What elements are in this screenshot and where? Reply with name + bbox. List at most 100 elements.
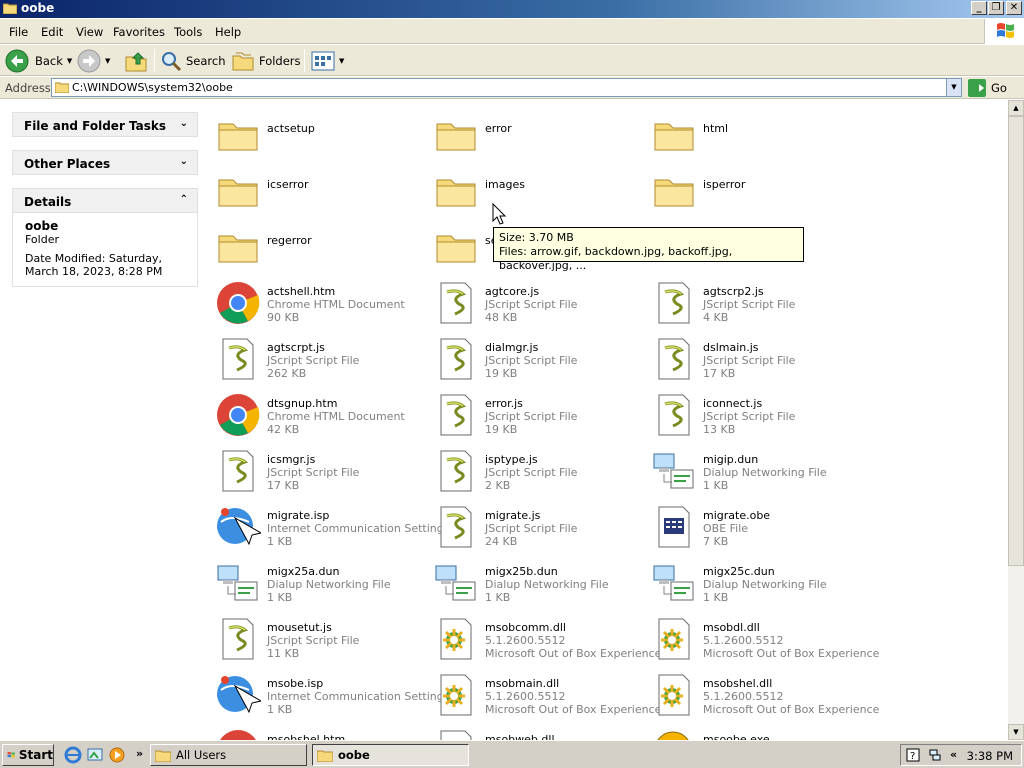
taskbar-item-oobe[interactable]: oobe [312, 744, 469, 766]
item-size: 17 KB [703, 367, 736, 380]
folder-icon [317, 750, 333, 762]
network-icon [433, 560, 479, 606]
scroll-thumb[interactable] [1008, 116, 1024, 566]
details-modified: Date Modified: Saturday, March 18, 2023,… [25, 252, 163, 278]
script-icon [433, 504, 479, 550]
back-arrow-icon [5, 49, 29, 72]
expand-chevron-icon[interactable]: ⌄ [180, 156, 188, 167]
item-size: Microsoft Out of Box Experience [485, 703, 662, 716]
file-item[interactable]: actshell.htm Chrome HTML Document 90 KB [209, 274, 427, 326]
folder-item[interactable]: actsetup [209, 106, 427, 158]
dll-icon [433, 616, 479, 662]
scroll-down-button[interactable]: ▼ [1008, 724, 1024, 740]
folder-item[interactable]: icserror [209, 162, 427, 214]
go-arrow-icon [968, 78, 986, 97]
file-item[interactable]: agtcore.js JScript Script File 48 KB [427, 274, 645, 326]
file-item[interactable]: migrate.js JScript Script File 24 KB [427, 498, 645, 550]
search-icon [162, 51, 182, 71]
media-player-icon[interactable] [108, 746, 126, 764]
file-item[interactable]: iconnect.js JScript Script File 13 KB [645, 386, 863, 438]
help-icon[interactable]: ? [906, 748, 920, 762]
file-item[interactable]: error.js JScript Script File 19 KB [427, 386, 645, 438]
tooltip-size: Size: 3.70 MB [499, 231, 574, 244]
file-item[interactable]: msobshel.dll 5.1.2600.5512 Microsoft Out o… [645, 666, 879, 718]
file-item[interactable]: migrate.isp Internet Communication Settin… [209, 498, 450, 550]
other-places-header[interactable]: Other Places ⌄ [12, 150, 198, 175]
file-item[interactable]: mousetut.js JScript Script File 11 KB [209, 610, 427, 662]
item-name: msoobe.exe [703, 733, 770, 740]
file-item[interactable]: dialmgr.js JScript Script File 19 KB [427, 330, 645, 382]
forward-arrow-icon [77, 49, 101, 72]
address-input[interactable]: C:\WINDOWS\system32\oobe ▼ [51, 78, 962, 97]
tray-chevron-icon[interactable]: « [950, 748, 957, 761]
file-item[interactable]: msobdl.dll 5.1.2600.5512 Microsoft Out of … [645, 610, 879, 662]
file-item[interactable]: msobweb.dll [427, 722, 645, 740]
file-item[interactable]: migrate.obe OBE File 7 KB [645, 498, 863, 550]
chevron-down-icon[interactable]: ▼ [67, 57, 72, 65]
file-item[interactable]: migx25a.dun Dialup Networking File 1 KB [209, 554, 427, 606]
restore-button[interactable]: ❐ [988, 1, 1004, 15]
file-item[interactable]: icsmgr.js JScript Script File 17 KB [209, 442, 427, 494]
back-button[interactable]: Back ▼ [5, 48, 72, 73]
file-folder-tasks-header[interactable]: File and Folder Tasks ⌄ [12, 112, 198, 137]
internet-explorer-icon[interactable] [64, 746, 82, 764]
file-item[interactable]: agtscrp2.js JScript Script File 4 KB [645, 274, 863, 326]
chevron-down-icon[interactable]: ▼ [105, 57, 110, 65]
folder-item[interactable]: images [427, 162, 645, 214]
folders-button[interactable]: Folders [231, 48, 301, 73]
clock[interactable]: 3:38 PM [967, 749, 1013, 763]
file-item[interactable]: msoobe.exe [645, 722, 863, 740]
folder-item[interactable]: html [645, 106, 863, 158]
file-item[interactable]: msobshel.htm [209, 722, 427, 740]
item-name: icsmgr.js [267, 453, 316, 466]
folder-icon [433, 168, 479, 214]
expand-chevron-icon[interactable]: ⌄ [180, 118, 188, 129]
folder-item[interactable]: isperror [645, 162, 863, 214]
quicklaunch-chevron-icon[interactable]: » [136, 747, 143, 760]
file-item[interactable]: migx25b.dun Dialup Networking File 1 KB [427, 554, 645, 606]
network-icon[interactable] [928, 748, 942, 762]
collapse-chevron-icon[interactable]: ⌃ [180, 194, 188, 205]
item-size: 42 KB [267, 423, 300, 436]
details-header[interactable]: Details ⌃ [12, 188, 198, 213]
address-dropdown-button[interactable]: ▼ [946, 79, 961, 96]
show-desktop-icon[interactable] [86, 746, 104, 764]
menu-edit[interactable]: Edit [41, 25, 63, 39]
title-bar[interactable]: oobe _ ❐ ✕ [0, 0, 1024, 18]
file-item[interactable]: isptype.js JScript Script File 2 KB [427, 442, 645, 494]
item-size: 1 KB [703, 479, 729, 492]
item-size: 11 KB [267, 647, 300, 660]
file-item[interactable]: msobcomm.dll 5.1.2600.5512 Microsoft Out o… [427, 610, 661, 662]
restore-icon: ❐ [991, 2, 1001, 13]
menu-tools[interactable]: Tools [174, 25, 202, 39]
dll-icon [433, 728, 479, 740]
file-item[interactable]: migx25c.dun Dialup Networking File 1 KB [645, 554, 863, 606]
menu-view[interactable]: View [76, 25, 103, 39]
file-item[interactable]: msobmain.dll 5.1.2600.5512 Microsoft Out o… [427, 666, 661, 718]
chrome-icon [215, 280, 261, 326]
folder-item[interactable]: regerror [209, 218, 427, 270]
search-button[interactable]: Search [160, 48, 226, 73]
views-button[interactable]: ▼ [311, 48, 344, 73]
vertical-scrollbar[interactable]: ▲ ▼ [1008, 100, 1024, 740]
menu-file[interactable]: File [9, 25, 28, 39]
taskbar-item-all-users[interactable]: All Users [150, 744, 307, 766]
start-button[interactable]: Start [2, 744, 54, 766]
menu-help[interactable]: Help [215, 25, 241, 39]
file-item[interactable]: dslmain.js JScript Script File 17 KB [645, 330, 863, 382]
file-list-view[interactable]: actsetup error html icserror images isperror r… [209, 100, 1008, 740]
scroll-up-button[interactable]: ▲ [1008, 100, 1024, 116]
file-item[interactable]: agtscrpt.js JScript Script File 262 KB [209, 330, 427, 382]
close-button[interactable]: ✕ [1006, 1, 1022, 15]
menu-favorites[interactable]: Favorites [113, 25, 165, 39]
item-name: dslmain.js [703, 341, 759, 354]
folder-item[interactable]: error [427, 106, 645, 158]
forward-button[interactable]: ▼ [77, 48, 110, 73]
file-item[interactable]: dtsgnup.htm Chrome HTML Document 42 KB [209, 386, 427, 438]
go-button[interactable]: Go [968, 78, 1007, 97]
item-name: msobcomm.dll [485, 621, 566, 634]
file-item[interactable]: msobe.isp Internet Communication Settings… [209, 666, 450, 718]
minimize-button[interactable]: _ [971, 1, 987, 15]
up-folder-button[interactable] [124, 48, 148, 73]
file-item[interactable]: migip.dun Dialup Networking File 1 KB [645, 442, 863, 494]
